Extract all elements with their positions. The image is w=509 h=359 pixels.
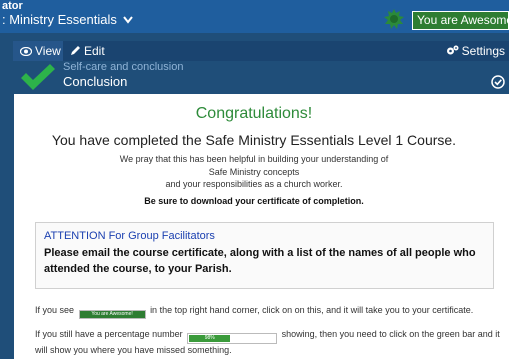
pray-text: We pray that this has been helpful in bu…: [14, 153, 494, 191]
eye-icon: [19, 46, 33, 57]
awesome-badge-example: You are Awesome!: [78, 310, 146, 319]
completed-heading: You have completed the Safe Ministry Ess…: [51, 132, 457, 148]
tab-edit[interactable]: Edit: [63, 41, 111, 61]
lesson-panel: View Edit Settings Self-care and conclus…: [13, 41, 509, 359]
pray-line: Safe Ministry concepts: [208, 166, 300, 177]
notice-title: ATTENTION For Group Facilitators: [44, 230, 215, 242]
progress-bar-example: 98%: [187, 333, 278, 344]
p1-before: If you see: [35, 305, 75, 315]
tab-bar: View Edit Settings: [13, 41, 509, 61]
top-bar: ator : Ministry Essentials You are Aweso…: [0, 0, 509, 33]
gear-badge-icon: [384, 9, 404, 29]
facilitator-notice: ATTENTION For Group Facilitators Please …: [35, 222, 494, 289]
progress-fill: 98%: [189, 335, 231, 342]
cogs-icon: [446, 45, 459, 55]
chevron-down-icon: [122, 13, 133, 29]
module-name: Self-care and conclusion: [63, 61, 184, 73]
lesson-header: Self-care and conclusion Conclusion: [13, 61, 509, 91]
checkmark-icon: [21, 64, 55, 90]
course-title: : Ministry Essentials: [2, 12, 117, 27]
pray-line: and your responsibilities as a church wo…: [165, 179, 343, 189]
tab-settings-label: Settings: [461, 44, 505, 58]
p1-after: in the top right hand corner, click on o…: [150, 305, 474, 315]
pencil-icon: [71, 46, 80, 55]
lesson-content: Congratulations! You have completed the …: [14, 94, 509, 359]
pray-line: We pray that this has been helpful in bu…: [119, 154, 389, 164]
download-reminder: Be sure to download your certificate of …: [144, 196, 364, 206]
certificate-instructions: If you see You are Awesome! in the top r…: [35, 304, 500, 319]
complete-check-icon: [491, 75, 505, 89]
tab-view-label: View: [35, 44, 61, 58]
tab-view[interactable]: View: [13, 41, 63, 61]
progress-instructions: If you still have a percentage number 98…: [35, 328, 500, 357]
notice-body: Please email the course certificate, alo…: [44, 247, 476, 275]
course-menu[interactable]: : Ministry Essentials: [2, 12, 133, 29]
lesson-title: Conclusion: [63, 74, 128, 89]
p2-before: If you still have a percentage number: [35, 329, 183, 339]
tab-settings[interactable]: Settings: [439, 41, 509, 61]
brand-label: ator: [2, 0, 23, 12]
awesome-certificate-button[interactable]: You are Awesome!: [412, 11, 509, 30]
congrats-heading: Congratulations!: [195, 105, 313, 122]
tab-edit-label: Edit: [84, 44, 105, 58]
